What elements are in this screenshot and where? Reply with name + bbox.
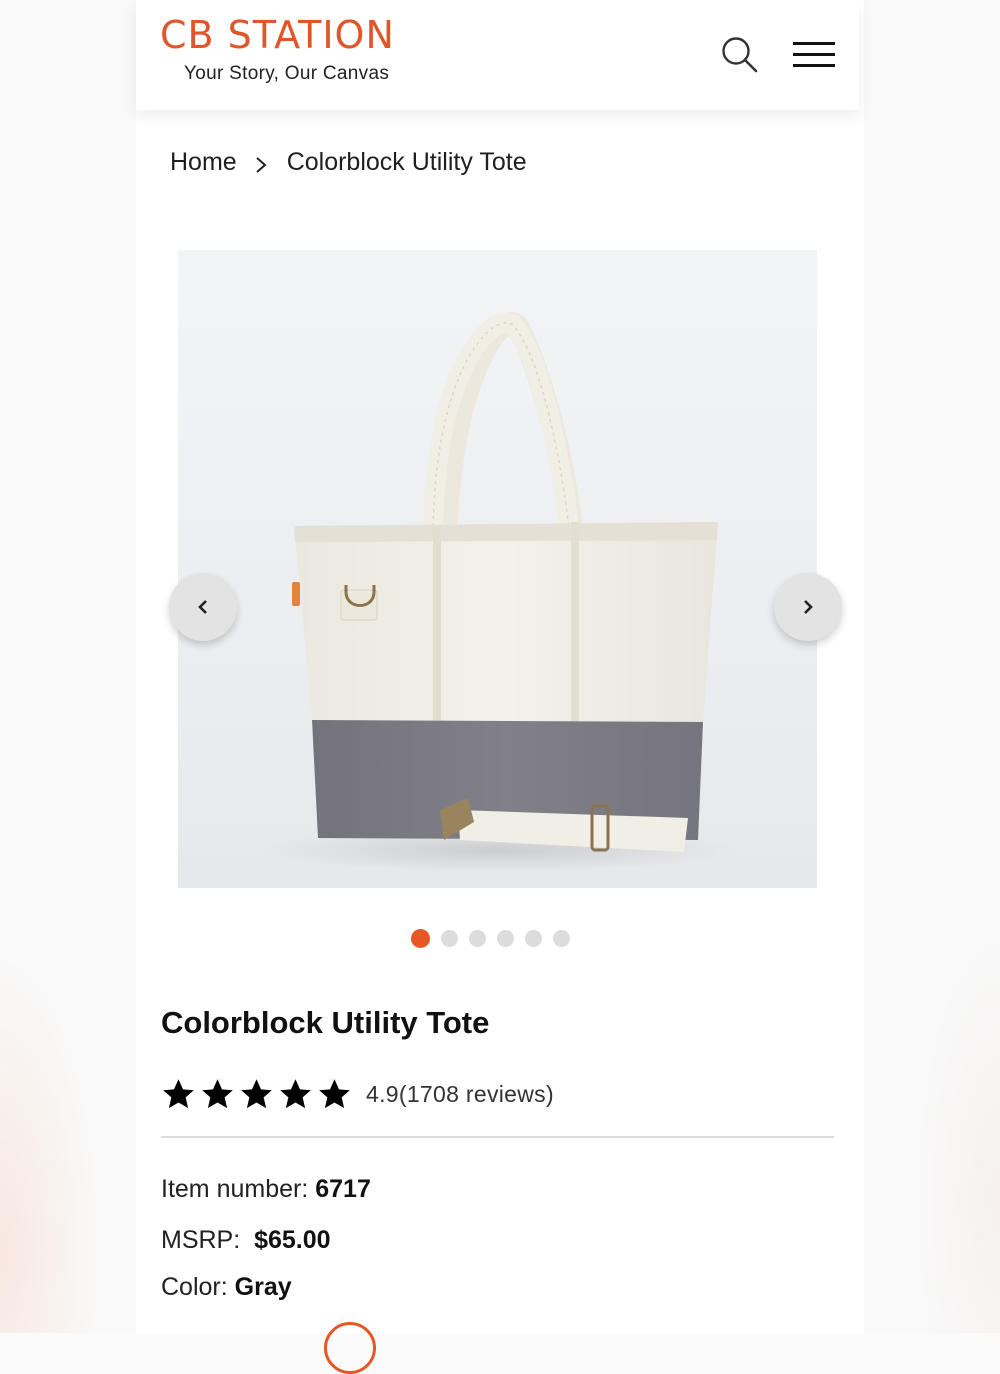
site-logo[interactable]: CB STATION [160, 14, 395, 56]
msrp-value: $65.00 [254, 1226, 331, 1254]
star-icon [280, 1079, 311, 1109]
chevron-left-icon [198, 600, 207, 614]
rating-summary[interactable]: 4.9(1708 reviews) [366, 1081, 554, 1108]
site-header: CB STATION Your Story, Our Canvas [136, 0, 859, 110]
product-image-gallery[interactable] [178, 250, 817, 888]
chevron-right-icon [253, 153, 269, 173]
color-swatch-selected[interactable] [324, 1322, 376, 1374]
product-rating[interactable]: 4.9(1708 reviews) [161, 1077, 554, 1112]
item-number-row: Item number: 6717 [161, 1175, 371, 1204]
msrp-row: MSRP: $65.00 [161, 1226, 331, 1255]
gallery-dot[interactable] [469, 930, 486, 947]
site-tagline: Your Story, Our Canvas [184, 63, 390, 84]
review-count: (1708 reviews) [398, 1081, 554, 1107]
rating-stars [161, 1077, 352, 1112]
star-icon [163, 1079, 194, 1109]
gallery-dot[interactable] [411, 929, 430, 948]
rating-value: 4.9 [366, 1081, 399, 1107]
product-title: Colorblock Utility Tote [161, 1005, 490, 1040]
gallery-prev-button[interactable] [169, 573, 237, 641]
item-number-value: 6717 [315, 1175, 371, 1203]
search-icon[interactable] [720, 35, 760, 75]
item-number-label: Item number: [161, 1175, 309, 1203]
color-label: Color: [161, 1273, 228, 1301]
star-icon [202, 1079, 233, 1109]
hamburger-menu-icon[interactable] [793, 41, 835, 69]
gallery-dot[interactable] [525, 930, 542, 947]
star-icon [319, 1079, 350, 1109]
gallery-next-button[interactable] [774, 573, 842, 641]
gallery-dot[interactable] [441, 930, 458, 947]
breadcrumb-current: Colorblock Utility Tote [286, 148, 527, 176]
gallery-dot[interactable] [553, 930, 570, 947]
breadcrumb: Home Colorblock Utility Tote [170, 148, 527, 177]
gallery-dot[interactable] [497, 930, 514, 947]
msrp-label: MSRP: [161, 1226, 241, 1254]
color-value: Gray [234, 1273, 292, 1301]
star-icon [241, 1079, 272, 1109]
breadcrumb-home-link[interactable]: Home [170, 148, 237, 177]
divider [161, 1136, 834, 1138]
color-row: Color: Gray [161, 1273, 292, 1302]
product-image [258, 312, 738, 872]
chevron-right-icon [804, 600, 813, 614]
gallery-pagination [411, 929, 570, 948]
